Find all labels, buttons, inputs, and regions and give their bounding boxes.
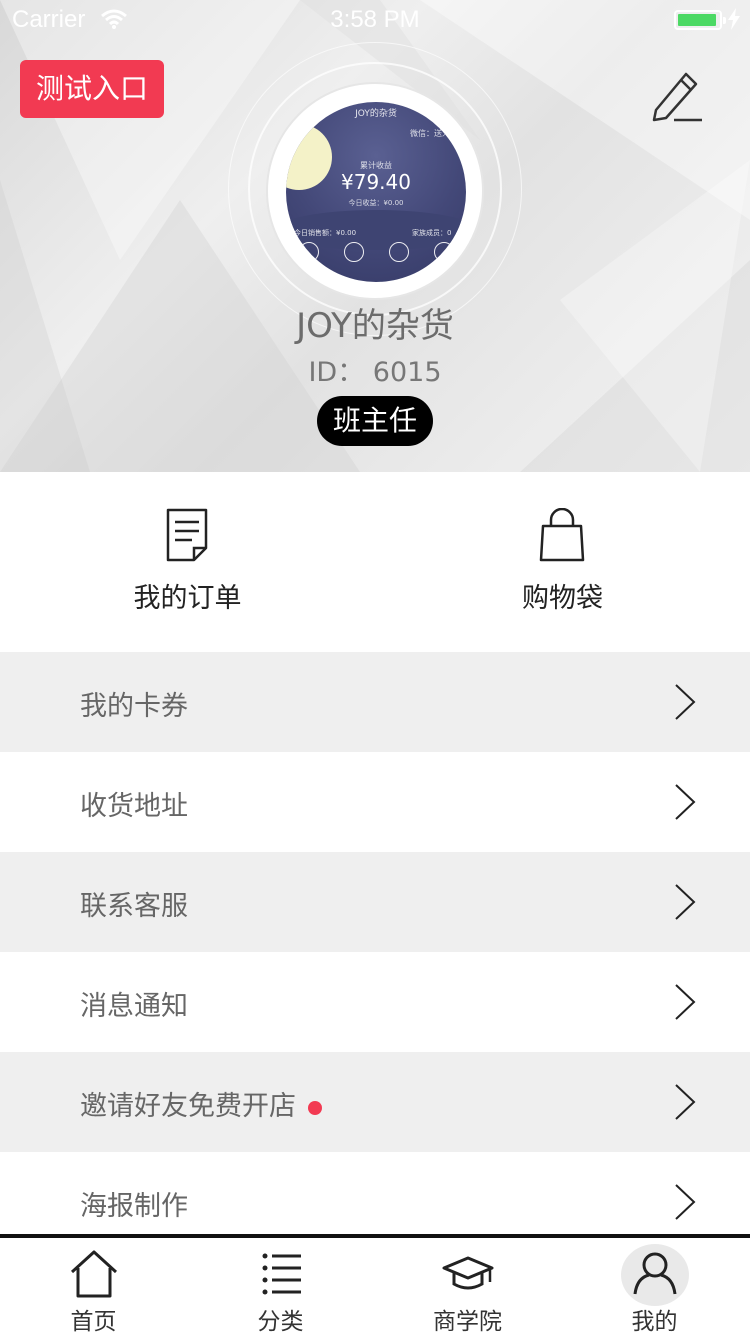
menu-item-customer-service[interactable]: 联系客服 bbox=[0, 852, 750, 952]
charging-icon bbox=[728, 8, 740, 30]
menu-item-coupons[interactable]: 我的卡券 bbox=[0, 652, 750, 752]
quick-actions: 我的订单 购物袋 bbox=[0, 472, 750, 652]
shopping-bag-label: 购物袋 bbox=[522, 583, 603, 614]
battery-icon bbox=[674, 10, 726, 30]
avatar-earnings-amount: ¥79.40 bbox=[341, 170, 411, 194]
chevron-right-icon bbox=[675, 1184, 696, 1220]
tab-bar: 首页 分类 商学院 我的 bbox=[0, 1234, 750, 1334]
avatar-members-text: 家族成员：0 bbox=[412, 229, 452, 237]
my-orders-label: 我的订单 bbox=[133, 583, 242, 614]
chevron-right-icon bbox=[675, 884, 696, 920]
avatar-mini-icon bbox=[388, 242, 409, 262]
avatar-icon-row bbox=[286, 242, 466, 262]
edit-icon[interactable] bbox=[646, 66, 704, 122]
avatar-mini-icon bbox=[298, 242, 319, 262]
avatar-sales-text: 今日销售额：¥0.00 bbox=[294, 229, 357, 237]
order-document-icon bbox=[166, 508, 208, 562]
battery-level bbox=[678, 14, 716, 26]
user-icon bbox=[633, 1252, 677, 1295]
test-entry-button[interactable]: 测试入口 bbox=[20, 60, 164, 118]
shopping-bag-button[interactable]: 购物袋 bbox=[375, 472, 750, 652]
avatar-today-earnings: 今日收益：¥0.00 bbox=[348, 199, 404, 207]
shopping-bag-icon bbox=[539, 508, 585, 562]
chevron-right-icon bbox=[675, 684, 696, 720]
status-bar: Carrier 3:58 PM bbox=[0, 0, 750, 40]
menu-item-label: 邀请好友免费开店 bbox=[80, 1091, 296, 1122]
profile-header: Carrier 3:58 PM 测试入口 JOY的杂货 微信：送人 累计收益 ¥… bbox=[0, 0, 750, 472]
menu-list: 我的卡券 收货地址 联系客服 消息通知 邀请好友免费开店 海报制作 bbox=[0, 652, 750, 1252]
tab-academy[interactable]: 商学院 bbox=[374, 1238, 561, 1334]
avatar-mini-icon bbox=[433, 242, 454, 262]
user-name: JOY的杂货 bbox=[296, 306, 454, 346]
menu-item-label: 联系客服 bbox=[80, 891, 188, 922]
chevron-right-icon bbox=[675, 1084, 696, 1120]
avatar-title: JOY的杂货 bbox=[355, 109, 397, 119]
home-icon bbox=[70, 1250, 118, 1298]
battery-nub bbox=[723, 17, 726, 24]
notification-dot bbox=[308, 1100, 322, 1115]
status-time: 3:58 PM bbox=[330, 6, 420, 33]
tab-category[interactable]: 分类 bbox=[187, 1238, 374, 1334]
role-badge: 班主任 bbox=[317, 396, 433, 446]
graduation-cap-icon bbox=[442, 1256, 494, 1290]
chevron-right-icon bbox=[675, 984, 696, 1020]
menu-item-label: 消息通知 bbox=[80, 991, 188, 1022]
chevron-right-icon bbox=[675, 784, 696, 820]
avatar[interactable]: JOY的杂货 微信：送人 累计收益 ¥79.40 今日收益：¥0.00 今日销售… bbox=[286, 102, 466, 282]
avatar-mini-icon bbox=[343, 242, 364, 262]
user-id: ID： 6015 bbox=[308, 357, 442, 388]
menu-item-label-wrap: 邀请好友免费开店 bbox=[80, 1084, 322, 1123]
menu-item-label: 收货地址 bbox=[80, 791, 188, 822]
menu-item-notifications[interactable]: 消息通知 bbox=[0, 952, 750, 1052]
my-orders-button[interactable]: 我的订单 bbox=[0, 472, 375, 652]
list-icon bbox=[262, 1253, 301, 1295]
tab-label: 分类 bbox=[257, 1309, 304, 1334]
profile-screen: Carrier 3:58 PM 测试入口 JOY的杂货 微信：送人 累计收益 ¥… bbox=[0, 0, 750, 1334]
tab-label: 首页 bbox=[70, 1309, 117, 1334]
menu-item-invite-friends[interactable]: 邀请好友免费开店 bbox=[0, 1052, 750, 1152]
avatar-subtitle: 微信：送人 bbox=[410, 129, 450, 138]
menu-item-address[interactable]: 收货地址 bbox=[0, 752, 750, 852]
menu-item-label: 我的卡券 bbox=[80, 691, 188, 722]
tab-me[interactable]: 我的 bbox=[561, 1238, 748, 1334]
tab-label: 我的 bbox=[631, 1309, 678, 1334]
menu-item-label: 海报制作 bbox=[80, 1191, 188, 1222]
tab-label: 商学院 bbox=[433, 1309, 502, 1334]
tab-home[interactable]: 首页 bbox=[0, 1238, 187, 1334]
